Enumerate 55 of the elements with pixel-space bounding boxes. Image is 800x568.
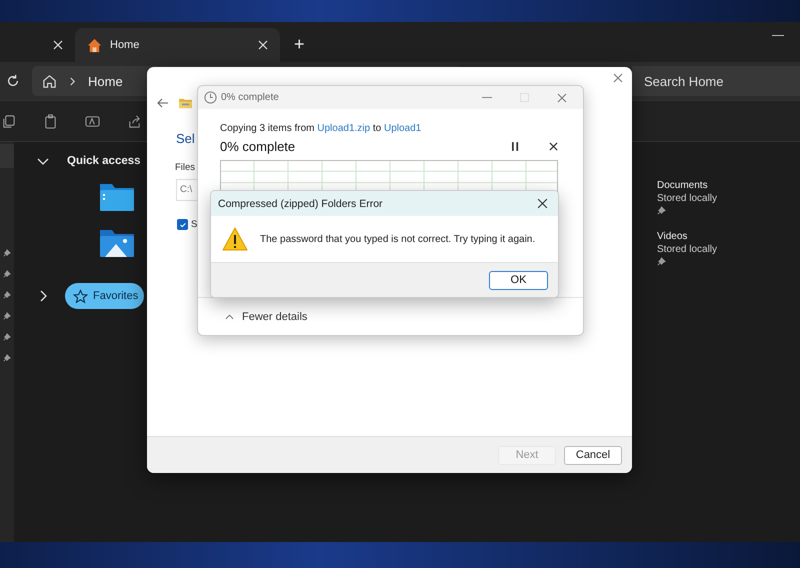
zip-folder-icon	[179, 98, 192, 108]
target-link[interactable]: Upload1	[384, 123, 422, 134]
pin-icon	[3, 270, 11, 278]
house-icon	[87, 38, 102, 52]
cancel-button[interactable]: Cancel	[564, 446, 622, 464]
new-tab-button[interactable]: +	[294, 34, 305, 55]
home-icon[interactable]	[42, 74, 57, 88]
field-label: Files	[175, 162, 196, 173]
search-field[interactable]: Search Home	[632, 66, 800, 96]
back-arrow-icon[interactable]	[157, 97, 169, 109]
wizard-heading: Sel	[176, 131, 196, 146]
pin-icon	[657, 257, 666, 266]
pin-icon	[3, 354, 11, 362]
pin-icon	[3, 249, 11, 257]
window-title: 0% complete	[221, 92, 279, 103]
star-icon	[73, 288, 88, 304]
pin-icon	[3, 333, 11, 341]
checkbox-label: S	[191, 219, 198, 230]
chevron-right-icon	[69, 76, 76, 86]
refresh-icon[interactable]	[6, 74, 20, 88]
copy-icon[interactable]	[1, 114, 16, 128]
section-heading[interactable]: Quick access	[67, 155, 141, 167]
folder-status: Stored locally	[657, 193, 718, 204]
source-link[interactable]: Upload1.zip	[317, 123, 370, 134]
clock-icon	[204, 91, 217, 104]
window-title: Compressed (zipped) Folders Error	[218, 198, 383, 210]
chevron-up-icon[interactable]	[225, 314, 234, 320]
details-toggle[interactable]: Fewer details	[242, 310, 308, 322]
warning-icon	[222, 227, 248, 251]
share-icon[interactable]	[127, 114, 142, 128]
breadcrumb[interactable]: Home	[88, 74, 123, 88]
pin-icon	[3, 312, 11, 320]
tab[interactable]: Home	[75, 28, 280, 62]
tab-label: Home	[110, 39, 140, 51]
folder-name[interactable]: Videos	[657, 231, 718, 242]
folder-icon[interactable]	[99, 181, 135, 213]
paste-icon[interactable]	[43, 114, 58, 128]
search-input[interactable]: Search Home	[632, 72, 800, 90]
error-message: The password that you typed is not correct. Try typing it again.	[260, 234, 536, 244]
checkbox[interactable]	[177, 219, 188, 230]
ok-button[interactable]: OK	[489, 270, 548, 290]
favorites-item[interactable]: Favorites	[65, 283, 144, 309]
pictures-folder-icon[interactable]	[99, 227, 135, 259]
close-icon[interactable]	[537, 198, 548, 209]
pin-icon	[3, 291, 11, 299]
copy-description: Copying 3 items from Upload1.zip to Upload1	[220, 123, 422, 134]
minimize-icon[interactable]	[772, 35, 784, 37]
folder-status: Stored locally	[657, 244, 718, 255]
rename-icon[interactable]	[85, 114, 100, 128]
folder-name[interactable]: Documents	[657, 180, 718, 191]
checkmark-icon	[178, 220, 186, 228]
pause-icon[interactable]	[512, 142, 519, 151]
close-icon[interactable]	[549, 142, 558, 151]
progress-status: 0% complete	[220, 139, 296, 154]
pin-icon	[657, 206, 666, 215]
